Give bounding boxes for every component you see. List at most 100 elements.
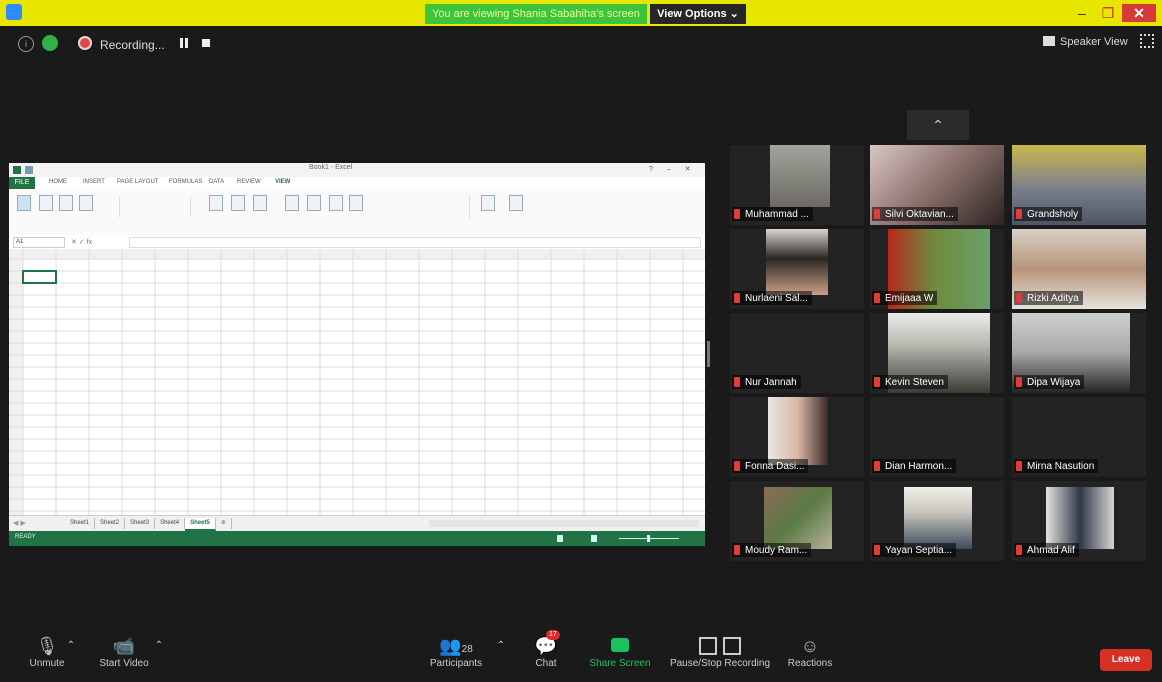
start-video-button[interactable]: 📹 Start Video [92, 634, 156, 669]
excel-tab-insert[interactable]: INSERT [83, 179, 105, 185]
show-options-group [119, 197, 191, 217]
start-video-label: Start Video [99, 658, 149, 669]
add-sheet-icon[interactable]: ⊕ [216, 518, 232, 529]
horizontal-scrollbar[interactable] [429, 520, 699, 527]
participants-options-chevron[interactable]: ⌃ [490, 640, 512, 651]
view-options-button[interactable]: View Options ⌄ [650, 4, 746, 24]
stop-icon[interactable] [202, 39, 210, 47]
participant-tile[interactable]: Dipa Wijaya [1012, 313, 1146, 393]
participant-namebar: Fonna Dasi... [732, 459, 809, 473]
video-options-chevron[interactable]: ⌃ [148, 640, 170, 651]
sheet-tab-3[interactable]: Sheet3 [125, 518, 156, 529]
participant-tile[interactable]: Muhammad ... [730, 145, 864, 225]
participant-name: Fonna Dasi... [745, 460, 805, 472]
excel-tab-view[interactable]: VIEW [275, 179, 290, 185]
sheet-tab-1[interactable]: Sheet1 [65, 518, 96, 529]
participants-button[interactable]: 👥28 Participants [424, 634, 488, 669]
shield-icon[interactable] [42, 35, 58, 51]
excel-tab-file[interactable]: FILE [9, 177, 35, 189]
chevron-up-icon: ⌃ [154, 640, 164, 651]
page-break-preview-icon[interactable] [39, 195, 53, 211]
participant-name: Ahmad Alif [1027, 544, 1075, 556]
audio-options-chevron[interactable]: ⌃ [60, 640, 82, 651]
mic-muted-icon [734, 461, 740, 471]
speaker-view-button[interactable]: Speaker View [1060, 36, 1128, 48]
sheet-tab-5[interactable]: Sheet5 [185, 518, 216, 531]
excel-tab-review[interactable]: REVIEW [237, 179, 261, 185]
participant-tile[interactable]: Fonna Dasi... [730, 397, 864, 477]
mic-muted-icon [1016, 545, 1022, 555]
macros-icon[interactable] [509, 195, 523, 211]
recording-dot-icon [78, 36, 92, 50]
sheet-tab-4[interactable]: Sheet4 [155, 518, 186, 529]
page-layout-icon[interactable] [59, 195, 73, 211]
excel-tab-formulas[interactable]: FORMULAS [169, 179, 202, 185]
participant-video [904, 487, 972, 549]
participant-video [770, 145, 830, 207]
sheet-tabs: Sheet1 Sheet2 Sheet3 Sheet4 Sheet5 ⊕ [65, 516, 232, 531]
sheet-tab-bar: ◀ ▶ Sheet1 Sheet2 Sheet3 Sheet4 Sheet5 ⊕ [9, 515, 705, 532]
normal-view-icon[interactable] [17, 195, 31, 211]
excel-window-controls[interactable]: ? – ✕ [649, 165, 699, 175]
mic-muted-icon [734, 377, 740, 387]
excel-tab-data[interactable]: DATA [209, 179, 224, 185]
participant-name: Emijaaa W [885, 292, 934, 304]
zoom-icon[interactable] [209, 195, 223, 211]
participant-namebar: Dipa Wijaya [1014, 375, 1085, 389]
grid-lines [9, 249, 705, 515]
pause-stop-recording-button[interactable]: Pause/Stop Recording [664, 634, 776, 669]
split-divider-handle[interactable] [707, 341, 710, 367]
participant-tile[interactable]: Nur Jannah [730, 313, 864, 393]
save-icon[interactable] [25, 166, 33, 174]
share-banner: You are viewing Shania Sabahiha's screen [425, 4, 647, 24]
mic-muted-icon [734, 293, 740, 303]
close-button[interactable]: ✕ [1122, 4, 1156, 22]
participant-tile[interactable]: Silvi Oktavian... [870, 145, 1004, 225]
name-box[interactable]: A1 [13, 237, 65, 248]
info-icon[interactable]: i [18, 36, 34, 52]
fx-icon[interactable]: ✕ ✓ fx [71, 238, 92, 246]
mic-muted-icon [874, 461, 880, 471]
participant-tile[interactable]: Grandsholy [1012, 145, 1146, 225]
chevron-up-icon[interactable]: ⌃ [907, 110, 969, 140]
participant-tile[interactable]: Yayan Septia... [870, 481, 1004, 561]
sheet-nav-arrows[interactable]: ◀ ▶ [13, 519, 26, 527]
participant-tile[interactable]: Nurlaeni Sal... [730, 229, 864, 309]
reactions-button[interactable]: ☺ Reactions [782, 634, 838, 669]
participant-name: Muhammad ... [745, 208, 809, 220]
video-off-icon: 📹 [112, 636, 136, 656]
participant-tile[interactable]: Ahmad Alif [1012, 481, 1146, 561]
sheet-tab-2[interactable]: Sheet2 [95, 518, 126, 529]
participant-tile[interactable]: Moudy Ram... [730, 481, 864, 561]
formula-input[interactable] [129, 237, 701, 248]
mic-muted-icon [1016, 293, 1022, 303]
zoom-100-icon[interactable] [231, 195, 245, 211]
excel-tab-home[interactable]: HOME [49, 179, 67, 185]
new-window-icon[interactable] [285, 195, 299, 211]
share-screen-icon [586, 634, 654, 658]
maximize-button[interactable]: ❐ [1096, 4, 1120, 22]
fullscreen-icon[interactable] [1140, 34, 1154, 48]
custom-views-icon[interactable] [79, 195, 93, 211]
freeze-panes-icon[interactable] [329, 195, 343, 211]
chat-button[interactable]: 💬 17 Chat [524, 630, 568, 669]
participant-tile[interactable]: Emijaaa W [870, 229, 1004, 309]
participant-tile[interactable]: Kevin Steven [870, 313, 1004, 393]
chevron-up-icon: ⌃ [496, 640, 506, 651]
excel-grid[interactable] [9, 249, 705, 515]
arrange-all-icon[interactable] [307, 195, 321, 211]
zoom-selection-icon[interactable] [253, 195, 267, 211]
zoom-slider-thumb[interactable] [647, 535, 650, 542]
leave-button[interactable]: Leave [1100, 649, 1152, 671]
switch-windows-icon[interactable] [481, 195, 495, 211]
minimize-button[interactable]: – [1070, 4, 1094, 22]
participant-tile[interactable]: Mirna Nasution [1012, 397, 1146, 477]
split-icon[interactable] [349, 195, 363, 211]
excel-tab-page-layout[interactable]: PAGE LAYOUT [117, 179, 158, 185]
pause-icon[interactable] [180, 38, 188, 48]
participant-tile[interactable]: Dian Harmon... [870, 397, 1004, 477]
meeting-toolbar: 🎙 Unmute ⌃ 📹 Start Video ⌃ 👥28 Participa… [0, 630, 1162, 682]
share-screen-button[interactable]: Share Screen [586, 634, 654, 669]
view-mode-icons[interactable] [557, 535, 597, 542]
participant-tile[interactable]: Rizki Aditya [1012, 229, 1146, 309]
